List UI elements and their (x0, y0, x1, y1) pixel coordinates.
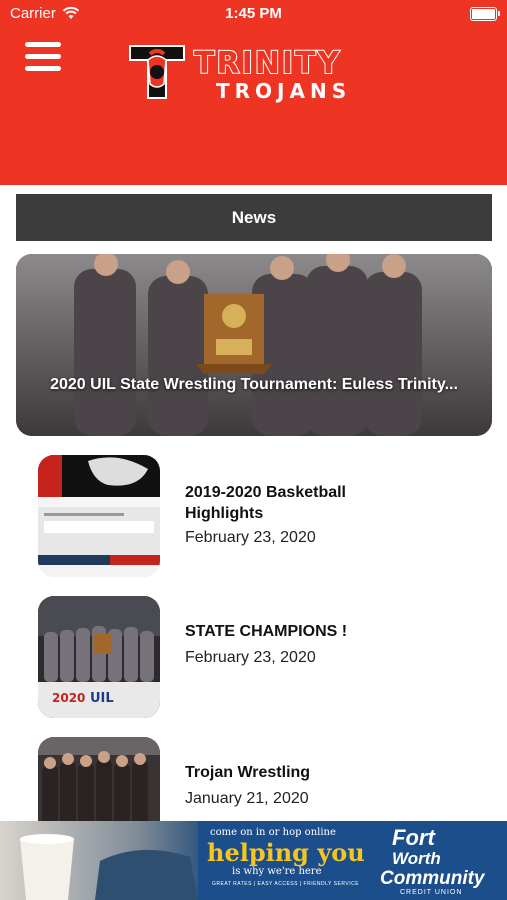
menu-bar-icon (25, 54, 61, 59)
battery-icon (470, 7, 500, 21)
article-thumbnail: 2020 UIL (38, 596, 160, 718)
article-date: February 23, 2020 (185, 649, 316, 666)
article-list-item[interactable]: 2020 UIL STATE CHAMPIONS ! February 23, … (38, 596, 478, 718)
ad-tagline-top: come on in or hop online (210, 827, 336, 838)
trinity-trojans-logo: TRINITY TROJANS (128, 44, 393, 104)
logo-wordmark-bottom: TROJANS (216, 79, 352, 103)
coffee-cup-icon (20, 834, 198, 900)
article-title: STATE CHAMPIONS ! (185, 623, 348, 640)
ad-features: GREAT RATES | EASY ACCESS | FRIENDLY SER… (212, 881, 360, 887)
article-title: Trojan Wrestling (185, 764, 311, 781)
featured-article-image (16, 254, 492, 436)
ad-brand-line2: Worth (392, 849, 441, 868)
ad-brand-line4: CREDIT UNION (400, 889, 463, 896)
section-title: News (231, 207, 277, 227)
thumb-year-text: 2020 (52, 691, 85, 705)
ad-headline: helping you (207, 838, 365, 867)
ad-brand-line3: Community (380, 868, 485, 889)
menu-button[interactable] (25, 42, 61, 74)
logo-wordmark-top: TRINITY (193, 45, 342, 82)
featured-article-card[interactable]: 2020 UIL State Wrestling Tournament: Eul… (16, 254, 492, 436)
article-title: 2019-2020 Basketball Highlights (185, 484, 346, 522)
ad-brand-line1: Fort (392, 825, 435, 850)
app-header: TRINITY TROJANS (0, 28, 507, 185)
ad-photo-coffee-cup-image (0, 821, 198, 900)
article-thumbnail (38, 455, 160, 577)
section-title-bar: News (16, 194, 492, 241)
clock: 1:45 PM (225, 5, 282, 22)
thumb-uil-text: UIL (90, 691, 114, 706)
article-list-item[interactable]: 2019-2020 Basketball Highlights February… (38, 455, 478, 577)
state-champions-thumbnail-image: 2020 UIL (38, 596, 160, 718)
article-date: January 21, 2020 (185, 790, 309, 807)
advertisement-banner[interactable]: come on in or hop online helping you is … (0, 821, 507, 900)
menu-bar-icon (25, 66, 61, 71)
trojan-helmet-logo-icon (129, 45, 185, 99)
menu-bar-icon (25, 42, 61, 47)
basketball-highlights-thumbnail-image (38, 455, 160, 577)
featured-article-title: 2020 UIL State Wrestling Tournament: Eul… (50, 376, 458, 393)
ad-tagline-bottom: is why we're here (232, 866, 322, 877)
status-bar: Carrier 1:45 PM (0, 0, 507, 28)
article-date: February 23, 2020 (185, 529, 316, 546)
